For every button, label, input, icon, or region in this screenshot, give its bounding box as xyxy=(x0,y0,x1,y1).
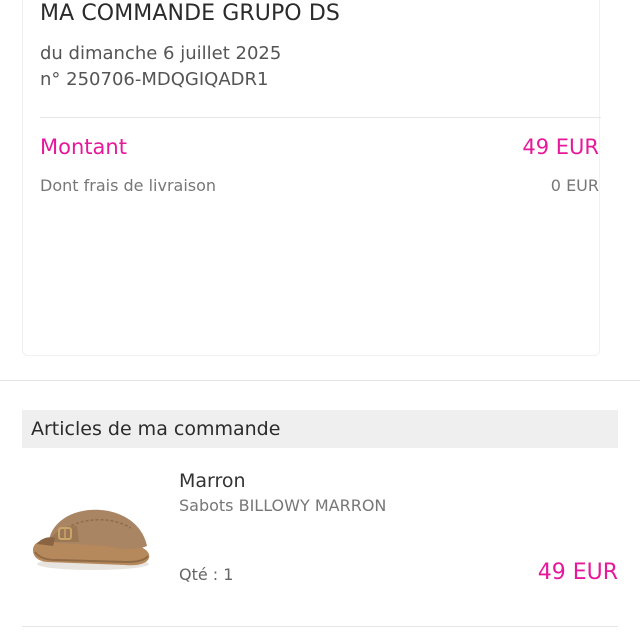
articles-title: Articles de ma commande xyxy=(31,418,281,440)
shipping-value: 0 EUR xyxy=(550,176,599,195)
product-color: Marron xyxy=(179,470,246,492)
section-divider xyxy=(0,380,640,381)
articles-section-header: Articles de ma commande xyxy=(22,410,618,448)
product-price: 49 EUR xyxy=(537,560,618,585)
amount-label: Montant xyxy=(40,135,127,159)
summary-divider xyxy=(40,117,601,118)
product-quantity: Qté : 1 xyxy=(179,565,234,584)
order-title: MA COMMANDE GRUPO DS xyxy=(40,1,340,26)
order-summary-card: MA COMMANDE GRUPO DS du dimanche 6 juill… xyxy=(22,0,601,356)
amount-value: 49 EUR xyxy=(522,135,599,159)
shipping-label: Dont frais de livraison xyxy=(40,176,217,195)
product-name[interactable]: Sabots BILLOWY MARRON xyxy=(179,496,386,515)
order-detail-page: MA COMMANDE GRUPO DS du dimanche 6 juill… xyxy=(0,0,640,640)
order-date: du dimanche 6 juillet 2025 xyxy=(40,43,282,64)
brown-clog-sandal-image[interactable] xyxy=(27,490,153,574)
item-divider xyxy=(22,626,618,627)
order-number: n° 250706-MDQGIQADR1 xyxy=(40,69,269,90)
order-item[interactable]: Marron Sabots BILLOWY MARRON Qté : 1 49 … xyxy=(22,448,618,626)
